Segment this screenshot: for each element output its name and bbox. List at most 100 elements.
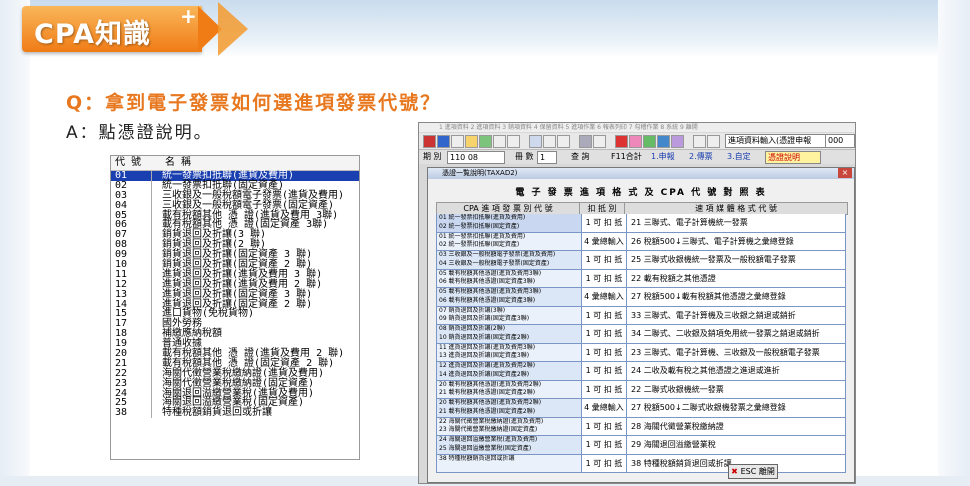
table-row[interactable]: 05 載有稅額其他憑證(進貨及費用3聯) 06 載有稅額其他憑證(固定資產3聯) 4… (436, 288, 846, 307)
cpa-code-cell: 05 載有稅額其他憑證(進貨及費用3聯) 06 載有稅額其他憑證(固定資產3聯) (437, 269, 582, 287)
print-icon[interactable] (507, 135, 520, 148)
table-row[interactable]: 05 載有稅額其他憑證(進貨及費用3聯) 06 載有稅額其他憑證(固定資產3聯) 1… (436, 269, 846, 288)
query-button[interactable]: 查 詢 (571, 150, 590, 164)
radio-voucher[interactable]: 2.傳票 (689, 150, 713, 164)
dialog-title: 憑證一覧說明(TAXAD2) (442, 169, 518, 177)
table-row[interactable]: 15 進口貨物(免稅貨物) (111, 309, 359, 320)
media-code-cell: 26 稅額500↓三聯式、電子計算機之彙總登錄 (627, 232, 845, 250)
media-code-column: 速 項 媒 體 格 式 代 號 (695, 204, 777, 213)
period-label: 期 別 (423, 152, 442, 161)
person-icon[interactable] (693, 135, 706, 148)
name-column-header: 名 稱 (165, 157, 192, 168)
table-row[interactable]: 17 國外勞務 (111, 319, 359, 330)
table-row[interactable]: 20 載有稅額其他憑證(進貨及費用2聯) 21 載有稅額其他憑證(固定資產2聯) 1… (436, 380, 846, 399)
count-label: 冊 數 (515, 152, 534, 161)
table-row[interactable]: 03 三收銀及一般稅額電子發票(進貨及費用) 04 三收銀及一般稅額電子發票(固定… (436, 251, 846, 270)
deduct-cell: 4 彙總輸入 (582, 399, 627, 417)
calendar-icon[interactable] (529, 135, 542, 148)
mapping-table-body: 01 統一發票扣抵聯(進貨及費用) 02 統一發票扣抵聯(固定資產) 1 可 扣 抵… (436, 214, 846, 473)
count-input[interactable]: 1 (537, 151, 557, 164)
cpa-code-line: 08 銷貨退回及折讓(2聯) (439, 325, 506, 332)
esc-exit-button[interactable]: ✖ ESC 離開 (728, 464, 778, 479)
cpa-code-line: 13 進貨退回及折讓(固定資產3聯) (439, 352, 530, 359)
stop-icon[interactable] (615, 135, 628, 148)
table-row[interactable]: 38 特種稅額銷貨退回或折讓 (111, 408, 359, 419)
cpa-code-cell: 08 銷貨退回及折讓(2聯) 10 銷貨退回及折讓(固定資產2聯) (437, 325, 582, 343)
deduct-cell: 4 彙總輸入 (582, 288, 627, 306)
table-row[interactable]: 18 補繳應納稅額 (111, 329, 359, 340)
f11-total-button[interactable]: F11合計 (611, 150, 642, 164)
cpa-code-cell: 11 進貨退回及折讓(進貨及費用3聯) 13 進貨退回及折讓(固定資產3聯) (437, 343, 582, 361)
logo-text: CPA知識 (34, 19, 152, 50)
table-row[interactable]: 24 海關退回溢繳營業稅(進貨及費用) 25 海關退回溢繳營業稅(固定資產) 1 可… (436, 436, 846, 455)
lock-icon[interactable] (451, 135, 464, 148)
deduct-cell: 1 可 扣 抵 (582, 325, 627, 343)
cpa-code-line: 20 載有稅額其他憑證(進貨及費用2聯) (439, 380, 542, 388)
cpa-code-cell: 20 載有稅額其他憑證(進貨及費用2聯) 21 載有稅額其他憑證(固定資產2聯) (437, 380, 582, 398)
left-border (0, 0, 30, 486)
media-code-cell: 33 三聯式、電子計算機及三收銀之銷退或銷折 (627, 306, 845, 324)
cpa-code-line: 01 統一發票扣抵聯(進貨及費用) (439, 214, 526, 221)
filter-bar: 期 別 110 08 冊 數 1 查 詢 F11合計 1.申報 2.傳票 3.自… (419, 150, 855, 164)
folder-icon[interactable] (465, 135, 478, 148)
arrow-up-icon[interactable] (437, 135, 450, 148)
media-code-cell: 21 三聯式、電子計算機統一發票 (627, 214, 845, 232)
voucher-help-button[interactable]: 憑證說明 (765, 151, 821, 164)
media-code-cell: 34 二聯式、二收銀及銷項免用統一發票之銷退或銷折 (627, 325, 845, 343)
cpa-code-cell: 24 海關退回溢繳營業稅(進貨及費用) 25 海關退回溢繳營業稅(固定資產) (437, 436, 582, 454)
cpa-code-line: 06 載有稅額其他憑證(固定資產3聯) (439, 278, 536, 285)
edit-icon[interactable] (543, 135, 556, 148)
info-icon[interactable] (671, 135, 684, 148)
table-row[interactable]: 07 銷貨退回及折讓(3聯) 09 銷貨退回及折讓(固定資產3聯) 1 可 扣 抵3… (436, 306, 846, 325)
question-text: Q：拿到電子發票如何選進項發票代號？ (66, 92, 442, 114)
save-icon[interactable] (479, 135, 492, 148)
copy-icon[interactable] (493, 135, 506, 148)
function-select[interactable]: 進項資料輸入(憑證申報 (725, 134, 827, 148)
cpa-code-line: 05 載有稅額其他憑證(進貨及費用3聯) (439, 269, 542, 277)
table-row[interactable]: 01 統一發票扣抵聯(進貨及費用) 02 統一發票扣抵聯(固定資產) 4 彙總輸入 2… (436, 232, 846, 251)
arrow-down-icon[interactable] (423, 135, 436, 148)
media-code-cell: 28 海關代徵營業稅繳納證 (627, 417, 845, 435)
calculator-icon[interactable] (579, 135, 592, 148)
radio-custom[interactable]: 3.自定 (727, 150, 751, 164)
code-column-header: 代 號 (115, 157, 142, 168)
close-icon: ✖ (731, 467, 741, 476)
cpa-code-line: 22 海關代徵營業稅繳納證(進貨及費用) (439, 417, 544, 425)
deduct-cell: 1 可 扣 抵 (582, 362, 627, 380)
table-row[interactable]: 08 銷貨退回及折讓(2聯) 10 銷貨退回及折讓(固定資產2聯) 1 可 扣 抵3… (436, 325, 846, 344)
radio-declare[interactable]: 1.申報 (651, 150, 675, 164)
close-icon[interactable]: × (838, 168, 852, 178)
cpa-code-line: 24 海關退回溢繳營業稅(進貨及費用) (439, 436, 538, 443)
table-row[interactable]: 38 特種稅額銷貨退回或折讓 1 可 扣 抵 38 特種稅額銷貨退回或折讓 (436, 454, 846, 473)
globe-icon[interactable] (657, 135, 670, 148)
cpa-code-cell: 05 載有稅額其他憑證(進貨及費用3聯) 06 載有稅額其他憑證(固定資產3聯) (437, 288, 582, 306)
esc-label: ESC 離開 (740, 467, 775, 476)
document-icon[interactable] (707, 135, 720, 148)
media-code-cell: 27 稅額500↓二聯式收銀機發票之彙總登錄 (627, 399, 845, 417)
table-row[interactable]: 22 海關代徵營業稅繳納證(進貨及費用) 23 海關代徵營業稅繳納證(固定資產) 1… (436, 417, 846, 436)
table-row[interactable]: 20 載有稅額其他憑證(進貨及費用2聯) 21 載有稅額其他憑證(固定資產2聯) 4… (436, 399, 846, 418)
cpa-code-line: 21 載有稅額其他憑證(固定資產2聯) (439, 407, 536, 415)
list-icon[interactable] (557, 135, 570, 148)
media-code-cell: 23 三聯式、電子計算機、三收銀及一般稅額電子發票 (627, 343, 845, 361)
plus-icon: + (180, 4, 197, 28)
cpa-code-cell: 01 統一發票扣抵聯(進貨及費用) 02 統一發票扣抵聯(固定資產) (437, 232, 582, 250)
media-code-cell: 22 二聯式收銀機統一發票 (627, 380, 845, 398)
cpa-code-line: 02 統一發票扣抵聯(固定資產) (439, 222, 520, 230)
table-row[interactable]: 12 進貨退回及折讓(進貨及費用2聯) 14 進貨退回及折讓(固定資產2聯) 1 可… (436, 362, 846, 381)
table-row[interactable]: 11 進貨退回及折讓(進貨及費用3聯) 13 進貨退回及折讓(固定資產3聯) 1 可… (436, 343, 846, 362)
record-icon[interactable] (629, 135, 642, 148)
cpa-code-line: 25 海關退回溢繳營業稅(固定資產) (439, 444, 532, 452)
table-row[interactable]: 01 統一發票扣抵聯(進貨及費用) 02 統一發票扣抵聯(固定資產) 1 可 扣 抵… (436, 214, 846, 233)
check-icon[interactable] (643, 135, 656, 148)
cpa-code-line: 10 銷貨退回及折讓(固定資產2聯) (439, 333, 530, 341)
media-code-cell: 27 稅額500↓載有稅額其他憑證之彙總登錄 (627, 288, 845, 306)
period-input[interactable]: 110 08 (447, 151, 505, 164)
code-cell: 38 (111, 408, 152, 419)
menu-bar[interactable]: 1 進項資料 2 進項資料 3 銷項資料 4 保留資料 5 進項作業 6 報表列… (419, 123, 855, 132)
number-field[interactable]: 000 (825, 134, 855, 148)
deduct-cell: 1 可 扣 抵 (582, 214, 627, 232)
cpa-code-line: 04 三收銀及一般稅額電子發票(固定資產) (439, 259, 550, 267)
cpa-code-cell: 38 特種稅額銷貨退回或折讓 (437, 454, 582, 472)
chart-icon[interactable] (593, 135, 606, 148)
